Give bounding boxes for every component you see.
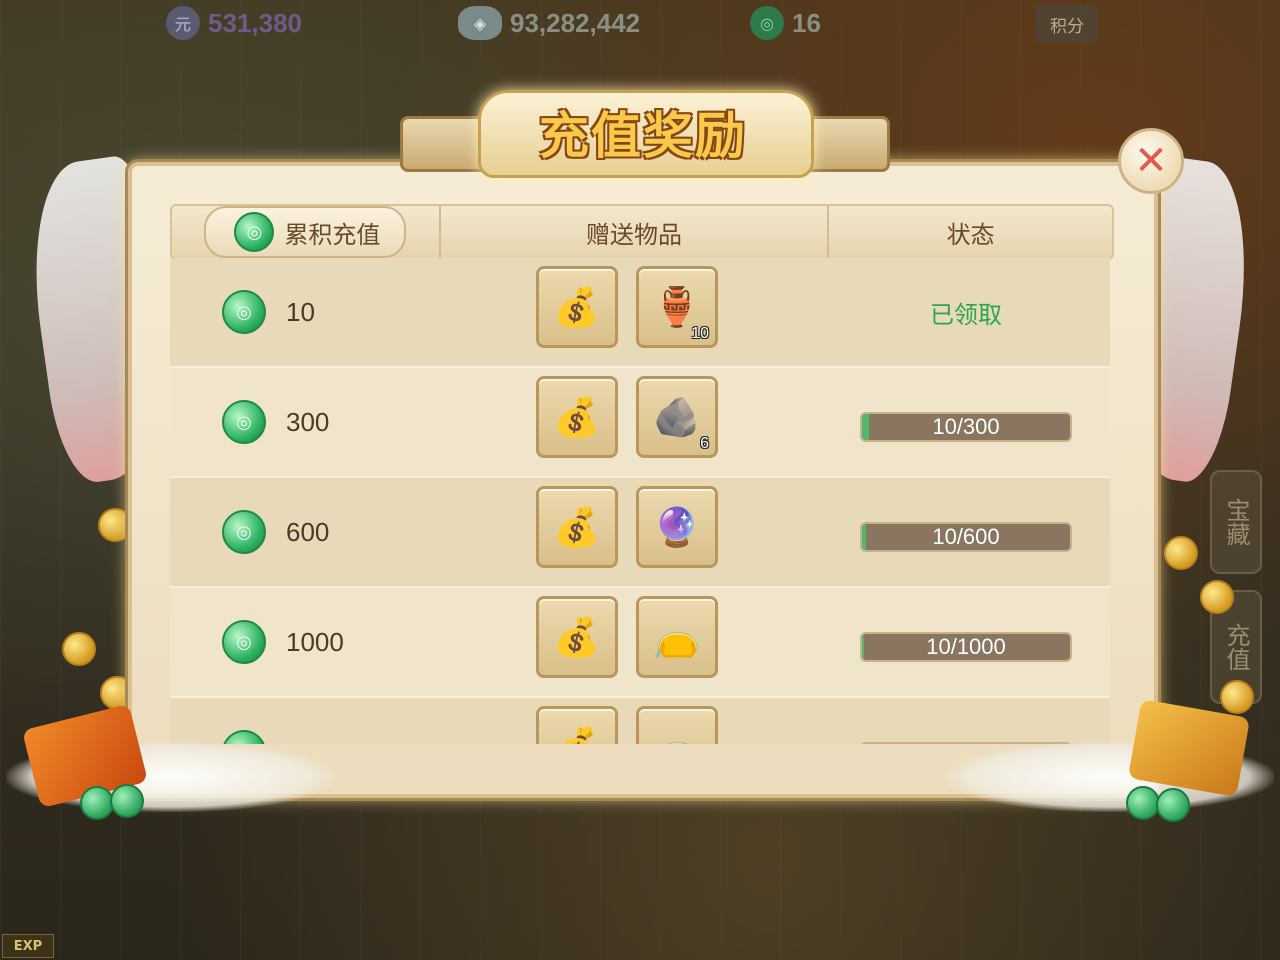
column-label-amount: 累积充值: [284, 220, 381, 249]
reward-row: ◎ 10 💰 🏺 10 已领取: [170, 258, 1110, 368]
amount-cell: ◎ 300: [222, 368, 329, 476]
progress-bar: 10/600: [860, 522, 1072, 552]
reward-item-ingot-bag[interactable]: 💰: [536, 596, 618, 678]
jade-icon: ◎: [234, 212, 275, 252]
status-claimed: 已领取: [930, 300, 1002, 329]
reward-list[interactable]: ◎ 10 💰 🏺 10 已领取 ◎ 300 💰 🪨 6 10/300 ◎ 600…: [170, 258, 1110, 744]
score-button[interactable]: 积分: [1036, 4, 1098, 44]
jade-currency: ◎ 16: [750, 6, 821, 40]
ingot-icon: 元: [166, 6, 200, 40]
amount-value: 300: [286, 406, 330, 437]
coin-icon: [1220, 680, 1254, 714]
reward-item-gift-bag[interactable]: 👝: [636, 706, 718, 744]
jade-coin-icon: [80, 786, 114, 820]
amount-cell: ◎ 10: [222, 258, 315, 366]
coin-icon: [1200, 580, 1234, 614]
amount-sort-pill[interactable]: ◎ 累积充值: [204, 206, 407, 258]
reward-item-gift-bag[interactable]: 👝: [636, 596, 718, 678]
reward-item-ore[interactable]: 🪨 6: [636, 376, 718, 458]
item-quantity: 10: [691, 325, 709, 342]
amount-cell: ◎: [222, 698, 286, 744]
ingot-bag-icon: 💰: [553, 725, 600, 745]
coin-icon: [98, 508, 132, 542]
progress-text: 10/600: [932, 524, 1000, 549]
reward-row: ◎ 1000 💰 👝 10/1000: [170, 588, 1110, 698]
jade-icon: ◎: [222, 620, 266, 664]
column-header-amount: ◎ 累积充值: [172, 206, 441, 258]
progress-text: 10/1000: [926, 634, 1006, 659]
amount-value: 1000: [286, 626, 344, 657]
coin-icon: [1164, 536, 1198, 570]
currency-bar: 元 531,380 ◈ 93,282,442 ◎ 16 积分: [0, 0, 1280, 48]
jade-icon: ◎: [222, 290, 266, 334]
amount-cell: ◎ 1000: [222, 588, 344, 696]
reward-item-ingot-bag[interactable]: 💰: [536, 486, 618, 568]
close-button[interactable]: ✕: [1118, 128, 1184, 194]
column-header-rewards: 赠送物品: [441, 206, 830, 258]
reward-row: ◎ 600 💰 🔮 10/600: [170, 478, 1110, 588]
reward-item-ingot-bag[interactable]: 💰: [536, 376, 618, 458]
reward-row: ◎ 300 💰 🪨 6 10/300: [170, 368, 1110, 478]
ore-stone-icon: 🪨: [653, 394, 701, 439]
progress-text: 10/300: [932, 414, 1000, 439]
jade-coin-icon: [1126, 786, 1160, 820]
jade-coin-icon: [1156, 788, 1190, 822]
close-icon: ✕: [1134, 138, 1168, 184]
reward-item-vase[interactable]: 🏺 10: [636, 266, 718, 348]
dialog-title: 充值奖励: [539, 106, 747, 165]
column-header-status: 状态: [946, 220, 995, 249]
silver-value: 93,282,442: [510, 7, 641, 38]
ingot-value: 531,380: [208, 7, 302, 38]
jade-coin-icon: [110, 784, 144, 818]
gift-bag-icon: 👝: [653, 614, 701, 659]
gift-bag-icon: 👝: [653, 725, 700, 745]
item-quantity: 6: [700, 435, 709, 452]
jade-icon: ◎: [750, 6, 784, 40]
crystal-orb-icon: 🔮: [653, 504, 701, 549]
amount-value: 10: [286, 296, 315, 327]
ingot-bag-icon: 💰: [553, 504, 601, 549]
silver-icon: ◈: [458, 6, 502, 40]
ingot-currency: 元 531,380: [166, 6, 302, 40]
jade-icon: ◎: [222, 400, 266, 444]
reward-row: ◎ 💰 👝: [170, 698, 1110, 744]
ingot-bag-icon: 💰: [553, 284, 601, 329]
side-tab-treasure[interactable]: 宝藏: [1210, 470, 1262, 574]
reward-item-ingot-bag[interactable]: 💰: [536, 266, 618, 348]
amount-value: 600: [286, 516, 330, 547]
table-header: ◎ 累积充值 赠送物品 状态: [170, 204, 1114, 260]
coin-icon: [62, 632, 96, 666]
silver-currency: ◈ 93,282,442: [458, 6, 640, 40]
ingot-bag-icon: 💰: [553, 614, 601, 659]
progress-bar: 10/1000: [860, 632, 1072, 662]
amount-cell: ◎ 600: [222, 478, 329, 586]
jade-icon: ◎: [222, 510, 266, 554]
reward-item-crystal-orb[interactable]: 🔮: [636, 486, 718, 568]
vase-plant-icon: 🏺: [653, 284, 701, 329]
exp-bar-label: EXP: [2, 934, 54, 958]
ingot-bag-icon: 💰: [553, 394, 601, 439]
jade-value: 16: [792, 7, 821, 38]
reward-item-ingot-bag[interactable]: 💰: [536, 706, 618, 744]
progress-bar: 10/300: [860, 412, 1072, 442]
